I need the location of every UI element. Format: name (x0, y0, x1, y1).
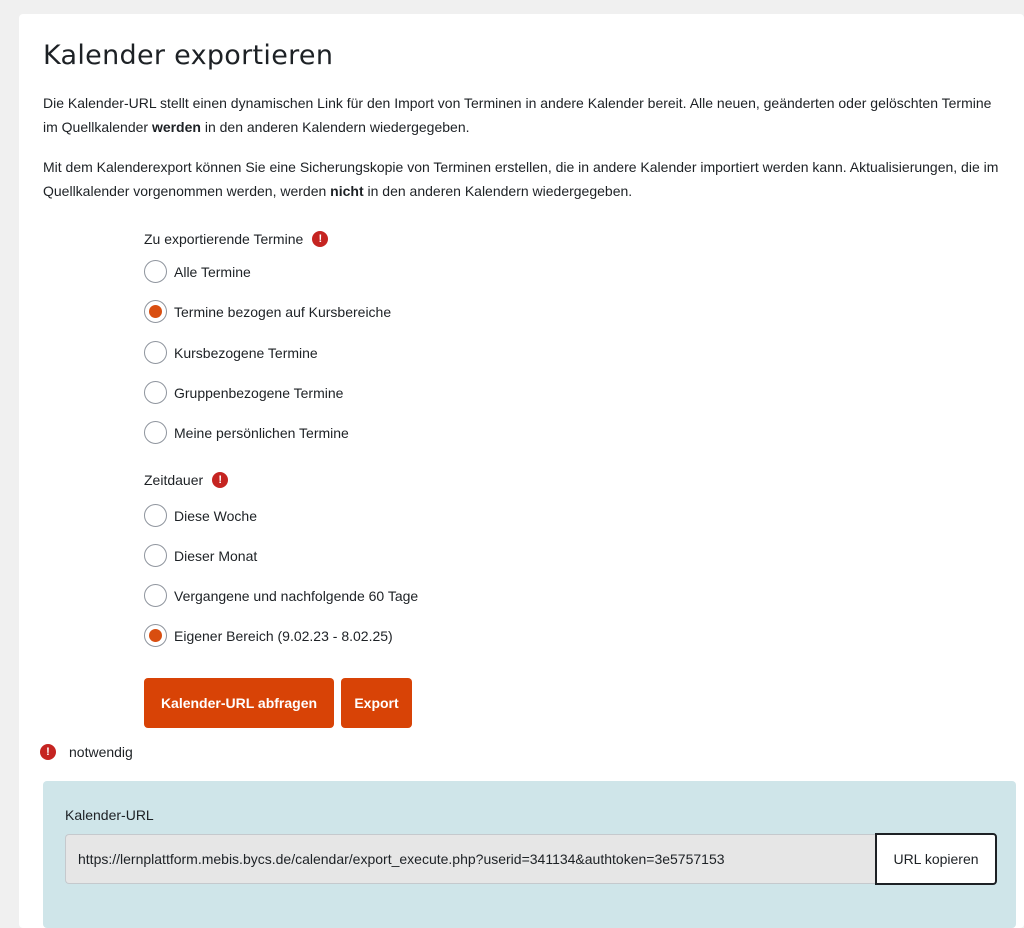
events-group-label-text: Zu exportierende Termine (144, 231, 304, 247)
required-note: ! notwendig (40, 744, 133, 760)
radio-circle[interactable] (144, 381, 167, 404)
period-group-label: Zeitdauer ! (144, 472, 229, 488)
radio-label: Dieser Monat (174, 547, 258, 564)
radio-label: Meine persönlichen Termine (174, 424, 349, 441)
radio-events-category[interactable]: Termine bezogen auf Kursbereiche (144, 300, 391, 323)
url-description: Die Kalender-URL stellt einen dynamische… (43, 91, 1003, 139)
export-description: Mit dem Kalenderexport können Sie eine S… (43, 155, 1003, 203)
events-group-label: Zu exportierende Termine ! (144, 231, 329, 247)
radio-circle[interactable] (144, 504, 167, 527)
copy-url-button[interactable]: URL kopieren (875, 833, 997, 885)
radio-circle[interactable] (144, 624, 167, 647)
radio-circle[interactable] (144, 421, 167, 444)
radio-label: Gruppenbezogene Termine (174, 384, 344, 401)
get-calendar-url-button[interactable]: Kalender-URL abfragen (144, 678, 334, 728)
export-button[interactable]: Export (341, 678, 412, 728)
radio-events-group[interactable]: Gruppenbezogene Termine (144, 381, 343, 404)
radio-label: Vergangene und nachfolgende 60 Tage (174, 587, 419, 604)
radio-circle[interactable] (144, 341, 167, 364)
radio-period-custom[interactable]: Eigener Bereich (9.02.23 - 8.02.25) (144, 624, 393, 647)
export-description-emphasis: nicht (330, 183, 364, 199)
radio-circle[interactable] (144, 584, 167, 607)
calendar-url-panel: Kalender-URL URL kopieren (43, 781, 1016, 928)
radio-circle[interactable] (144, 544, 167, 567)
page-title: Kalender exportieren (43, 40, 334, 71)
export-description-text-end: in den anderen Kalendern wiedergegeben. (363, 183, 633, 199)
calendar-url-label: Kalender-URL (65, 807, 154, 823)
radio-events-all[interactable]: Alle Termine (144, 260, 251, 283)
export-card: Kalender exportieren Die Kalender-URL st… (19, 14, 1024, 928)
radio-label: Termine bezogen auf Kursbereiche (174, 303, 392, 320)
url-description-text-end: in den anderen Kalendern wiedergegeben. (200, 119, 470, 135)
radio-period-60-days[interactable]: Vergangene und nachfolgende 60 Tage (144, 584, 418, 607)
radio-circle[interactable] (144, 300, 167, 323)
radio-label: Eigener Bereich (9.02.23 - 8.02.25) (174, 627, 393, 644)
radio-label: Kursbezogene Termine (174, 344, 318, 361)
exclamation-circle-icon: ! (212, 472, 229, 488)
calendar-url-field[interactable] (65, 834, 876, 884)
exclamation-circle-icon: ! (312, 231, 329, 247)
radio-period-month[interactable]: Dieser Monat (144, 544, 257, 567)
exclamation-circle-icon: ! (40, 744, 56, 760)
radio-events-personal[interactable]: Meine persönlichen Termine (144, 421, 349, 444)
radio-period-week[interactable]: Diese Woche (144, 504, 257, 527)
radio-label: Diese Woche (174, 507, 258, 524)
radio-events-course[interactable]: Kursbezogene Termine (144, 341, 318, 364)
radio-circle[interactable] (144, 260, 167, 283)
period-group-label-text: Zeitdauer (144, 472, 204, 488)
url-description-emphasis: werden (151, 119, 201, 135)
required-note-text: notwendig (69, 744, 133, 760)
radio-label: Alle Termine (174, 263, 251, 280)
